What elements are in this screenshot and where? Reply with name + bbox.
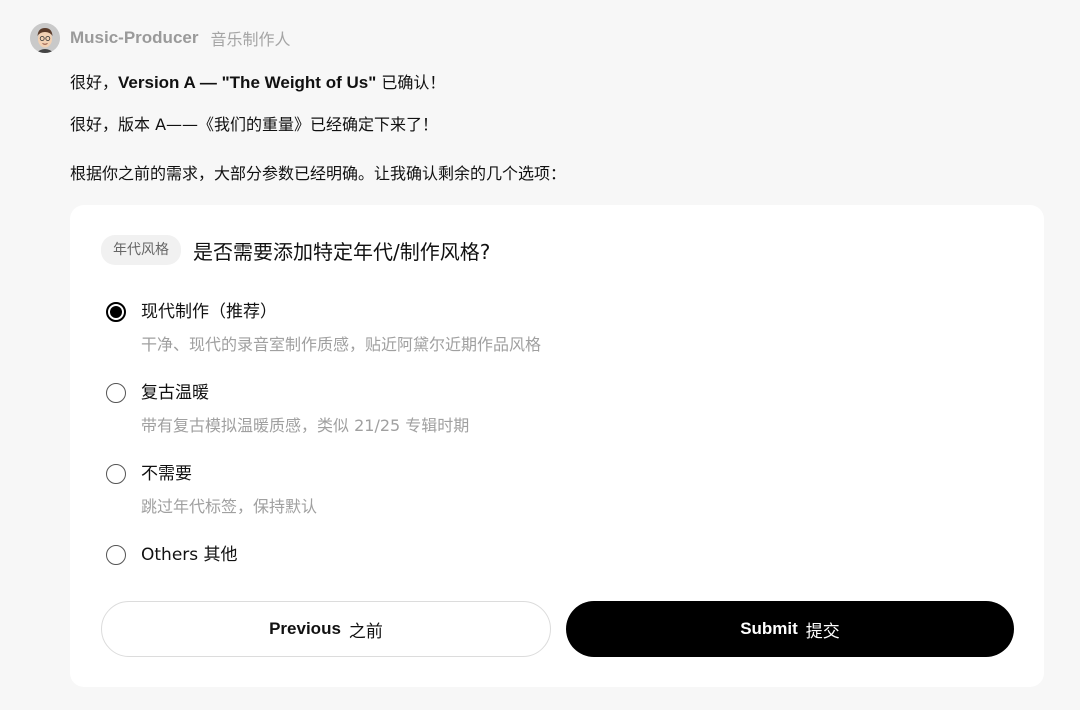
radio-button[interactable] <box>106 545 126 565</box>
option-none[interactable]: 不需要 跳过年代标签，保持默认 <box>106 463 317 518</box>
option-others[interactable]: Others 其他 <box>106 544 238 566</box>
option-description: 带有复古模拟温暖质感，类似 21/25 专辑时期 <box>141 416 470 435</box>
message-header: Music-Producer 音乐制作人 <box>30 22 291 54</box>
message-line-prefix: 很好， <box>70 73 119 92</box>
radio-button[interactable] <box>106 464 126 484</box>
message-line-suffix: 已确认！ <box>376 73 446 92</box>
message-line-intro: 根据你之前的需求，大部分参数已经明确。让我确认剩余的几个选项： <box>70 164 567 183</box>
option-vintage[interactable]: 复古温暖 带有复古模拟温暖质感，类似 21/25 专辑时期 <box>106 382 469 437</box>
radio-button-selected[interactable] <box>106 302 126 322</box>
message-line-version-cn: 很好，版本 A——《我们的重量》已经确定下来了！ <box>70 115 439 134</box>
question-text: 是否需要添加特定年代/制作风格? <box>193 239 491 264</box>
question-row: 年代风格 是否需要添加特定年代/制作风格? <box>101 234 490 266</box>
avatar <box>30 23 60 53</box>
option-label: Others 其他 <box>141 545 238 565</box>
message-line-version: Version A — "The Weight of Us" <box>118 73 377 92</box>
option-description: 干净、现代的录音室制作质感，贴近阿黛尔近期作品风格 <box>141 335 542 354</box>
sender-name: Music-Producer <box>70 28 199 47</box>
chat-page: Music-Producer 音乐制作人 很好，Version A — "The… <box>0 0 1080 710</box>
submit-button-label-cn: 提交 <box>805 621 840 642</box>
option-label: 现代制作（推荐） <box>141 302 277 322</box>
previous-button[interactable]: Previous 之前 <box>101 601 551 657</box>
sender-role: 音乐制作人 <box>210 30 291 49</box>
radio-button[interactable] <box>106 383 126 403</box>
option-label: 复古温暖 <box>141 383 209 403</box>
previous-button-label-cn: 之前 <box>348 621 383 642</box>
previous-button-label: Previous <box>269 619 341 638</box>
question-tag: 年代风格 <box>101 235 181 265</box>
submit-button-label: Submit <box>740 619 798 638</box>
option-label: 不需要 <box>141 464 192 484</box>
avatar-face-icon <box>30 23 60 53</box>
submit-button[interactable]: Submit 提交 <box>566 601 1014 657</box>
option-modern[interactable]: 现代制作（推荐） 干净、现代的录音室制作质感，贴近阿黛尔近期作品风格 <box>106 301 541 356</box>
message-line-confirmed: 很好，Version A — "The Weight of Us" 已确认！ <box>70 72 445 94</box>
option-description: 跳过年代标签，保持默认 <box>141 497 318 516</box>
question-card: 年代风格 是否需要添加特定年代/制作风格? 现代制作（推荐） 干净、现代的录音室… <box>70 205 1044 687</box>
